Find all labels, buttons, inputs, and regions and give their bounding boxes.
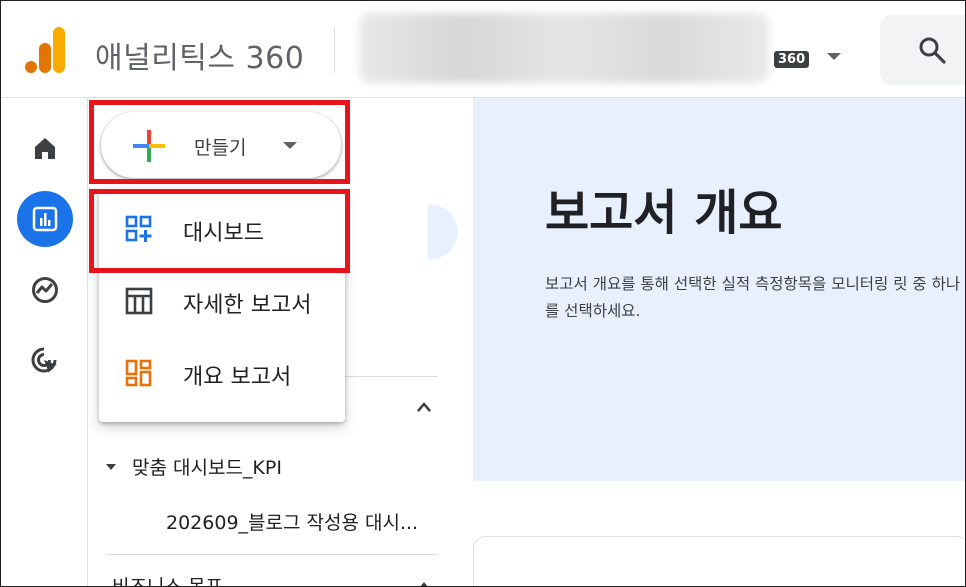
nav-divider: [106, 554, 438, 555]
header-divider: [334, 27, 335, 73]
menu-item-overview-report[interactable]: 개요 보고서: [99, 336, 345, 408]
app-window: 애널리틱스 360 360 맞춤 대시보드_KPI 202609_블로그 작성용…: [0, 0, 966, 587]
dashboard-add-icon: [125, 215, 152, 242]
top-app-bar: 애널리틱스 360 360: [1, 1, 965, 98]
chevron-up-icon[interactable]: [415, 400, 433, 414]
menu-item-label: 개요 보고서: [183, 365, 292, 390]
nav-selected-highlight: [428, 205, 458, 259]
nav-folder-custom-kpi[interactable]: 맞춤 대시보드_KPI: [106, 453, 282, 480]
account-selector-blurred[interactable]: [359, 13, 769, 83]
menu-item-detail-report[interactable]: 자세한 보고서: [99, 264, 345, 336]
home-icon: [35, 138, 55, 159]
page-description: 보고서 개요를 통해 선택한 실적 측정항목을 모니터링 릿 중 하나를 선택하…: [545, 275, 961, 320]
menu-item-label: 자세한 보고서: [183, 293, 312, 318]
nav-item-blog-dashboard[interactable]: 202609_블로그 작성용 대시...: [166, 508, 418, 535]
table-icon: [125, 287, 153, 315]
analytics-logo-icon[interactable]: [25, 27, 67, 73]
search-icon[interactable]: [918, 36, 946, 64]
menu-item-label: 대시보드: [183, 221, 264, 246]
rail-home-button[interactable]: [17, 120, 73, 176]
plus-icon: [133, 130, 165, 162]
reports-icon: [32, 206, 58, 232]
advertising-icon: [31, 347, 57, 373]
folder-label: 맞춤 대시보드_KPI: [132, 457, 282, 479]
menu-item-dashboard[interactable]: 대시보드: [99, 192, 345, 264]
overview-grid-icon: [125, 359, 152, 387]
account-badge: 360: [774, 51, 810, 68]
create-button-label: 만들기: [194, 137, 247, 159]
explore-icon: [32, 277, 58, 303]
create-button[interactable]: 만들기: [101, 112, 341, 178]
content-card: [473, 536, 965, 586]
rail-explore-button[interactable]: [17, 262, 73, 318]
chevron-up-icon[interactable]: [415, 580, 433, 587]
app-title: 애널리틱스 360: [95, 41, 305, 76]
caret-down-icon: [283, 142, 297, 149]
rail-advertising-button[interactable]: [17, 333, 73, 389]
caret-down-icon[interactable]: [827, 53, 841, 60]
rail-reports-button[interactable]: [17, 191, 73, 247]
page-title: 보고서 개요: [545, 185, 783, 241]
nav-section-business-objectives[interactable]: 비즈니스 목표: [112, 572, 223, 586]
left-rail: [1, 98, 88, 586]
expand-triangle-icon: [106, 463, 116, 470]
create-menu: 대시보드 자세한 보고서 개요 보고서: [99, 188, 345, 422]
